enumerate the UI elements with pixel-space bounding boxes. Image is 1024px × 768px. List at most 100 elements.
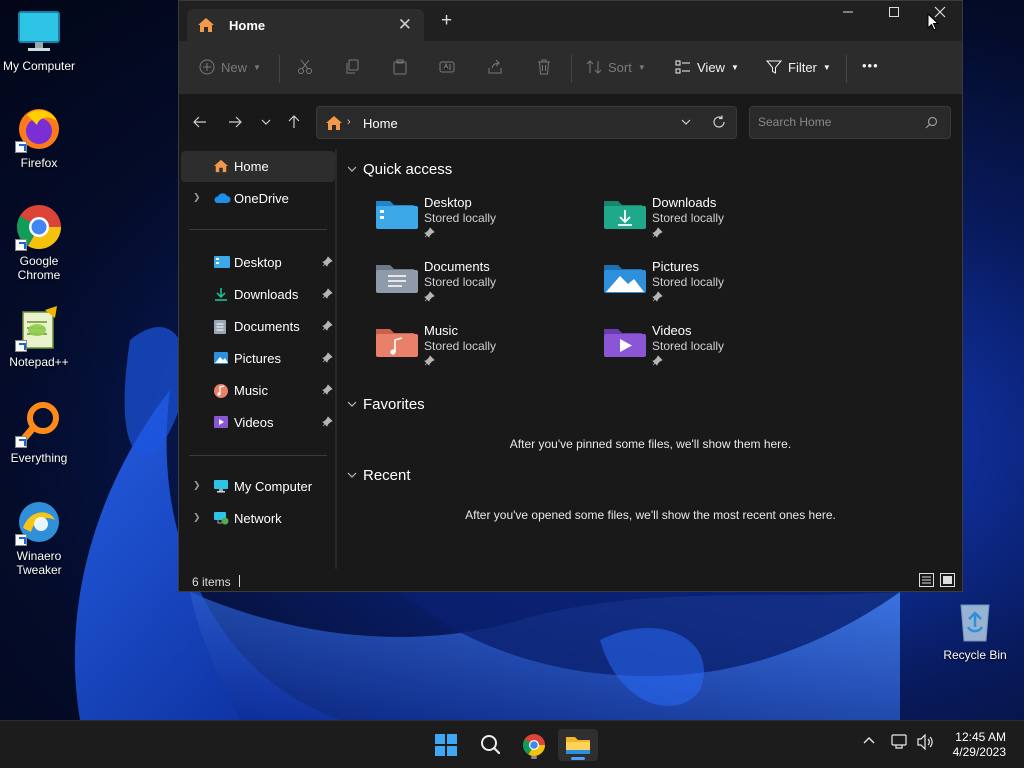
- section-recent[interactable]: Recent: [347, 467, 411, 484]
- speaker-icon: [917, 733, 933, 751]
- recent-locations-button[interactable]: [260, 115, 272, 132]
- forward-button[interactable]: [228, 115, 242, 132]
- taskbar-file-explorer-button[interactable]: [558, 729, 598, 761]
- chevron-right-icon[interactable]: ❯: [193, 192, 201, 203]
- pin-icon: [652, 227, 663, 241]
- back-button[interactable]: [193, 115, 207, 132]
- sidebar-item-downloads[interactable]: Downloads: [181, 279, 335, 310]
- minimize-button[interactable]: [825, 6, 871, 28]
- up-button[interactable]: [287, 115, 301, 132]
- sidebar-item-onedrive[interactable]: ❯ OneDrive: [181, 183, 335, 214]
- close-window-button[interactable]: [917, 6, 963, 28]
- search-box[interactable]: [749, 106, 951, 139]
- search-button[interactable]: [470, 729, 510, 761]
- downloads-folder-icon: [602, 195, 646, 234]
- sidebar-item-my-computer[interactable]: ❯ My Computer: [181, 471, 335, 502]
- tab-home[interactable]: Home ✕: [187, 9, 424, 41]
- quick-access-item-music[interactable]: Music Stored locally: [374, 321, 584, 377]
- monitor-icon: [18, 11, 60, 51]
- sidebar-item-home[interactable]: Home: [181, 151, 335, 182]
- network-icon: [213, 511, 229, 528]
- desktop-icon-label: Notepad++: [9, 355, 69, 369]
- cut-button[interactable]: [297, 59, 313, 75]
- sort-button[interactable]: Sort ▼: [586, 59, 646, 75]
- home-icon: [213, 159, 229, 176]
- desktop-icon-chrome[interactable]: Google Chrome: [1, 203, 77, 282]
- status-bar: 6 items: [179, 569, 962, 593]
- copy-button[interactable]: [344, 59, 360, 75]
- rename-button[interactable]: [439, 59, 455, 75]
- taskbar-chrome-button[interactable]: [514, 729, 554, 761]
- view-button-label: View: [697, 59, 725, 75]
- refresh-icon: [713, 115, 725, 128]
- search-icon: [481, 735, 501, 755]
- address-bar[interactable]: › Home: [316, 106, 737, 139]
- quick-access-item-pictures[interactable]: Pictures Stored locally: [602, 257, 812, 313]
- search-icon[interactable]: [925, 116, 938, 132]
- quick-access-item-location: Stored locally: [424, 339, 497, 353]
- new-button[interactable]: New ▼: [199, 59, 261, 75]
- desktop-icon-winaero-tweaker[interactable]: Winaero Tweaker: [1, 498, 77, 577]
- toolbar-separator: [279, 55, 280, 83]
- quick-access-item-videos[interactable]: Videos Stored locally: [602, 321, 812, 377]
- home-icon: [197, 17, 215, 36]
- shortcut-arrow-icon: [15, 239, 27, 251]
- desktop-icon-notepad-plus-plus[interactable]: Notepad++: [1, 304, 77, 369]
- filter-button[interactable]: Filter ▼: [766, 59, 831, 75]
- more-options-button[interactable]: •••: [862, 58, 879, 73]
- show-hidden-icons-button[interactable]: [862, 734, 876, 751]
- sidebar-item-music[interactable]: Music: [181, 375, 335, 406]
- desktop-icon-everything[interactable]: Everything: [1, 400, 77, 465]
- network-status-button[interactable]: [891, 734, 909, 753]
- clock-date: 4/29/2023: [952, 745, 1006, 759]
- details-view-button[interactable]: [919, 573, 934, 590]
- shortcut-arrow-icon: [15, 340, 27, 352]
- close-tab-icon[interactable]: ✕: [398, 15, 412, 35]
- paste-button[interactable]: [392, 59, 408, 75]
- sidebar-item-label: Network: [234, 511, 282, 526]
- breadcrumb[interactable]: Home: [363, 116, 398, 131]
- maximize-button[interactable]: [871, 6, 917, 28]
- trash-icon: [538, 59, 550, 75]
- quick-access-item-desktop[interactable]: Desktop Stored locally: [374, 193, 584, 249]
- download-arrow-icon: [213, 287, 229, 304]
- new-tab-button[interactable]: +: [441, 11, 452, 30]
- view-button[interactable]: View ▼: [675, 59, 739, 75]
- network-wired-icon: [891, 734, 907, 749]
- quick-access-item-documents[interactable]: Documents Stored locally: [374, 257, 584, 313]
- title-bar: Home ✕ +: [179, 1, 962, 41]
- chevron-down-icon: ▼: [637, 62, 646, 72]
- sidebar-item-documents[interactable]: Documents: [181, 311, 335, 342]
- start-button[interactable]: [426, 729, 466, 761]
- delete-button[interactable]: [536, 59, 552, 75]
- desktop-icon-my-computer[interactable]: My Computer: [1, 8, 77, 73]
- tiles-view-button[interactable]: [940, 573, 955, 590]
- music-icon: [213, 383, 229, 402]
- quick-access-item-name: Pictures: [652, 259, 699, 274]
- sidebar-item-videos[interactable]: Videos: [181, 407, 335, 438]
- quick-access-item-downloads[interactable]: Downloads Stored locally: [602, 193, 812, 249]
- sidebar-item-pictures[interactable]: Pictures: [181, 343, 335, 374]
- system-clock[interactable]: 12:45 AM 4/29/2023: [953, 730, 1006, 760]
- desktop-icon-recycle-bin[interactable]: Recycle Bin: [937, 597, 1013, 662]
- search-input[interactable]: [758, 115, 918, 129]
- chevron-right-icon[interactable]: ❯: [193, 480, 201, 491]
- arrow-right-icon: [229, 116, 242, 128]
- navigation-pane: Home ❯ OneDrive Desktop Downloads Docume…: [179, 149, 337, 569]
- section-favorites[interactable]: Favorites: [347, 396, 425, 413]
- share-button[interactable]: [487, 59, 503, 75]
- section-quick-access[interactable]: Quick access: [347, 161, 452, 178]
- desktop-icon-label: Firefox: [20, 156, 58, 170]
- sidebar-item-network[interactable]: ❯ Network: [181, 503, 335, 534]
- desktop-icon-label: Everything: [10, 451, 68, 465]
- refresh-button[interactable]: [712, 115, 726, 132]
- address-dropdown-button[interactable]: [680, 116, 692, 131]
- sidebar-item-desktop[interactable]: Desktop: [181, 247, 335, 278]
- chevron-right-icon[interactable]: ❯: [193, 512, 201, 523]
- pin-icon: [652, 355, 663, 369]
- shortcut-arrow-icon: [15, 141, 27, 153]
- desktop-icon-firefox[interactable]: Firefox: [1, 105, 77, 170]
- pin-icon: [322, 319, 333, 334]
- volume-button[interactable]: [916, 733, 934, 753]
- filter-button-label: Filter: [788, 59, 817, 75]
